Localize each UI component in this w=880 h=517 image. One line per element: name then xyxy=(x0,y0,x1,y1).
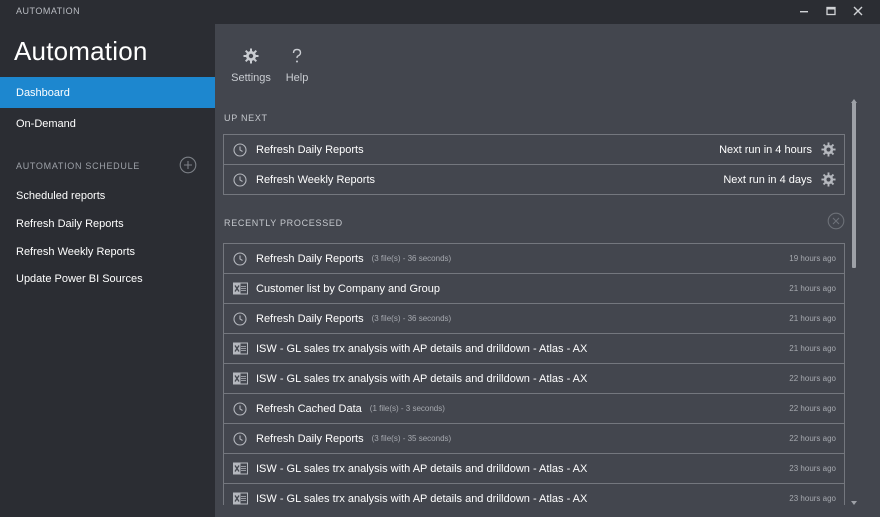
next-run-text: Next run in 4 days xyxy=(723,173,812,186)
recent-item[interactable]: Customer list by Company and Group 21 hou… xyxy=(224,274,844,304)
next-run-text: Next run in 4 hours xyxy=(719,143,812,156)
scroll-down-arrow-icon[interactable] xyxy=(850,494,858,505)
clock-icon xyxy=(232,251,248,267)
nav-item-label: On-Demand xyxy=(16,117,76,130)
item-name: Refresh Daily Reports xyxy=(256,143,364,156)
clock-icon xyxy=(232,142,248,158)
recent-item[interactable]: Refresh Daily Reports (3 file(s) - 36 sec… xyxy=(224,244,844,274)
item-name: Refresh Daily Reports xyxy=(256,312,364,325)
clock-icon xyxy=(232,401,248,417)
nav-item-dashboard[interactable]: Dashboard xyxy=(0,77,215,108)
item-detail: (3 file(s) - 35 seconds) xyxy=(371,434,452,443)
item-detail: (1 file(s) - 3 seconds) xyxy=(369,404,445,413)
gear-icon xyxy=(243,48,259,69)
question-icon xyxy=(289,48,305,69)
item-name: Refresh Daily Reports xyxy=(256,432,364,445)
recent-item[interactable]: ISW - GL sales trx analysis with AP deta… xyxy=(224,334,844,364)
window-title: AUTOMATION xyxy=(16,6,81,16)
item-name: Refresh Daily Reports xyxy=(256,252,364,265)
settings-button[interactable]: Settings xyxy=(229,48,273,88)
item-time: 21 hours ago xyxy=(789,314,836,323)
gear-icon[interactable] xyxy=(820,142,836,158)
schedule-item-update-power-bi-sources[interactable]: Update Power BI Sources xyxy=(16,273,143,285)
sidebar: Automation Dashboard On-Demand AUTOMATIO… xyxy=(0,24,215,517)
item-detail: (3 file(s) - 36 seconds) xyxy=(371,314,452,323)
schedule-item-scheduled-reports[interactable]: Scheduled reports xyxy=(16,190,105,202)
item-time: 22 hours ago xyxy=(789,374,836,383)
automation-schedule-header: AUTOMATION SCHEDULE xyxy=(16,161,140,171)
excel-icon xyxy=(232,491,248,506)
excel-icon xyxy=(232,461,248,477)
item-detail: (3 file(s) - 36 seconds) xyxy=(371,254,452,263)
close-button[interactable] xyxy=(846,2,870,20)
settings-label: Settings xyxy=(231,72,271,84)
excel-icon xyxy=(232,281,248,297)
up-next-item[interactable]: Refresh Daily Reports Next run in 4 hour… xyxy=(224,135,844,165)
recently-processed-title: RECENTLY PROCESSED xyxy=(224,218,343,228)
recent-item[interactable]: Refresh Daily Reports (3 file(s) - 36 sec… xyxy=(224,304,844,334)
plus-circle-icon xyxy=(179,156,197,178)
maximize-button[interactable] xyxy=(819,2,843,20)
schedule-item-refresh-weekly-reports[interactable]: Refresh Weekly Reports xyxy=(16,246,135,258)
up-next-list: Refresh Daily Reports Next run in 4 hour… xyxy=(223,134,845,195)
item-time: 22 hours ago xyxy=(789,434,836,443)
up-next-item[interactable]: Refresh Weekly Reports Next run in 4 day… xyxy=(224,165,844,195)
title-bar: AUTOMATION xyxy=(0,0,880,24)
item-name: Refresh Weekly Reports xyxy=(256,173,376,186)
schedule-item-refresh-daily-reports[interactable]: Refresh Daily Reports xyxy=(16,218,124,230)
app-title: Automation xyxy=(14,36,148,66)
item-time: 23 hours ago xyxy=(789,464,836,473)
recent-item[interactable]: ISW - GL sales trx analysis with AP deta… xyxy=(224,364,844,394)
recent-list-viewport: Refresh Daily Reports (3 file(s) - 36 sec… xyxy=(223,243,846,505)
excel-icon xyxy=(232,371,248,387)
scrollbar[interactable] xyxy=(849,92,859,505)
gear-icon[interactable] xyxy=(820,172,836,188)
clock-icon xyxy=(232,431,248,447)
add-schedule-button[interactable] xyxy=(179,156,197,174)
help-label: Help xyxy=(285,72,309,84)
automation-window: AUTOMATION Automation Dashboard On-Deman… xyxy=(0,0,880,517)
help-button[interactable]: Help xyxy=(275,48,319,88)
item-name: ISW - GL sales trx analysis with AP deta… xyxy=(256,462,588,475)
scroll-up-arrow-icon[interactable] xyxy=(850,92,858,103)
item-time: 19 hours ago xyxy=(789,254,836,263)
scroll-thumb[interactable] xyxy=(852,102,856,268)
item-name: Refresh Cached Data xyxy=(256,402,362,415)
clear-recent-button[interactable] xyxy=(827,212,845,230)
item-name: ISW - GL sales trx analysis with AP deta… xyxy=(256,492,588,505)
clock-icon xyxy=(232,172,248,188)
recent-item[interactable]: ISW - GL sales trx analysis with AP deta… xyxy=(224,484,844,505)
recent-list: Refresh Daily Reports (3 file(s) - 36 sec… xyxy=(223,243,845,505)
nav-item-on-demand[interactable]: On-Demand xyxy=(0,108,215,139)
item-name: ISW - GL sales trx analysis with AP deta… xyxy=(256,372,588,385)
nav-item-label: Dashboard xyxy=(16,86,70,99)
recent-item[interactable]: Refresh Daily Reports (3 file(s) - 35 sec… xyxy=(224,424,844,454)
minimize-button[interactable] xyxy=(792,2,816,20)
item-time: 21 hours ago xyxy=(789,344,836,353)
recent-item[interactable]: ISW - GL sales trx analysis with AP deta… xyxy=(224,454,844,484)
clock-icon xyxy=(232,311,248,327)
up-next-title: UP NEXT xyxy=(224,113,268,123)
item-name: Customer list by Company and Group xyxy=(256,282,441,295)
item-time: 21 hours ago xyxy=(789,284,836,293)
maximize-icon xyxy=(826,6,836,16)
item-name: ISW - GL sales trx analysis with AP deta… xyxy=(256,342,588,355)
excel-icon xyxy=(232,341,248,357)
item-time: 23 hours ago xyxy=(789,494,836,503)
clear-circle-icon xyxy=(827,212,845,234)
minimize-icon xyxy=(799,6,809,16)
item-time: 22 hours ago xyxy=(789,404,836,413)
close-icon xyxy=(853,6,863,16)
recent-item[interactable]: Refresh Cached Data (1 file(s) - 3 second… xyxy=(224,394,844,424)
